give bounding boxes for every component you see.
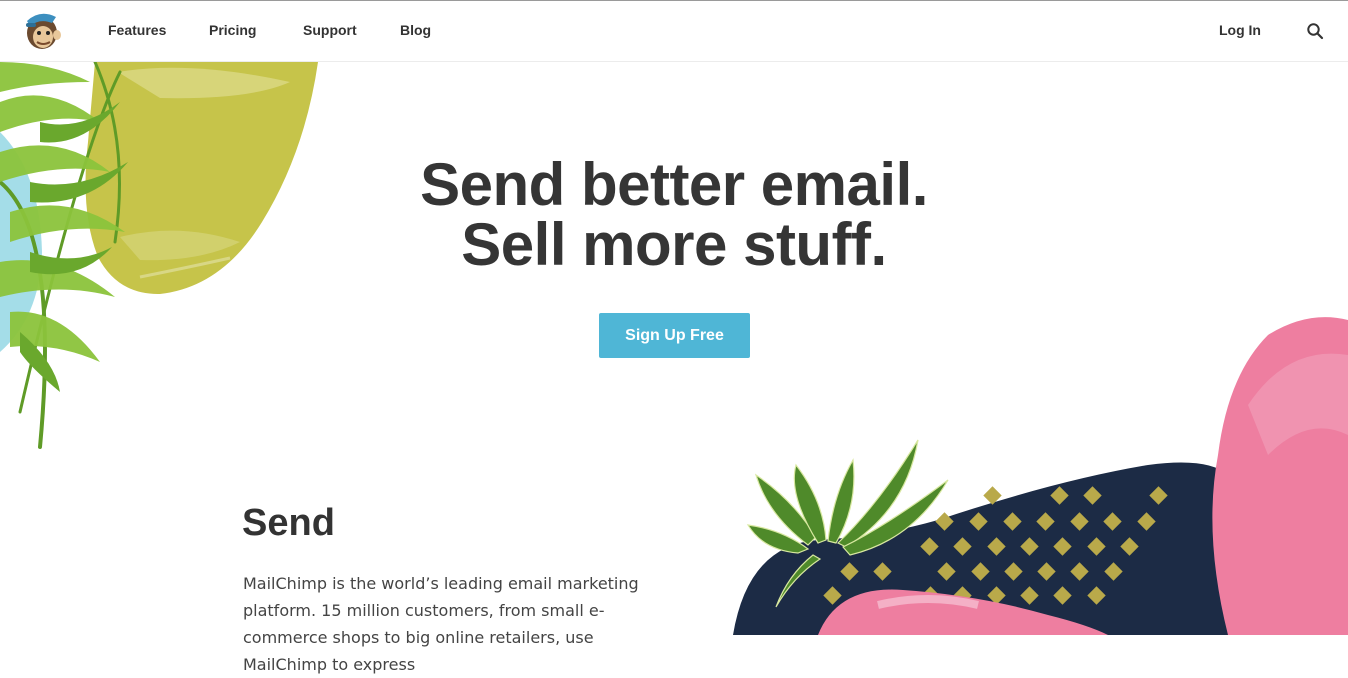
top-navigation: Features Pricing Support Blog Log In xyxy=(0,1,1348,62)
hero-headline: Send better email. Sell more stuff. xyxy=(324,155,1024,275)
palm-leaf-illustration xyxy=(0,62,319,449)
nav-link-support[interactable]: Support xyxy=(303,22,357,38)
nav-link-pricing[interactable]: Pricing xyxy=(209,22,256,38)
nav-link-blog[interactable]: Blog xyxy=(400,22,431,38)
login-link[interactable]: Log In xyxy=(1219,22,1261,38)
hero-headline-line-1: Send better email. xyxy=(420,151,928,218)
freddie-monkey-logo-icon[interactable] xyxy=(22,9,62,53)
hero-headline-line-2: Sell more stuff. xyxy=(461,211,887,278)
section-description: MailChimp is the world’s leading email m… xyxy=(243,574,639,674)
section-heading-send: Send xyxy=(242,502,335,544)
search-icon[interactable] xyxy=(1306,22,1324,40)
plant-and-shapes-illustration xyxy=(733,317,1348,635)
nav-link-features[interactable]: Features xyxy=(108,22,166,38)
